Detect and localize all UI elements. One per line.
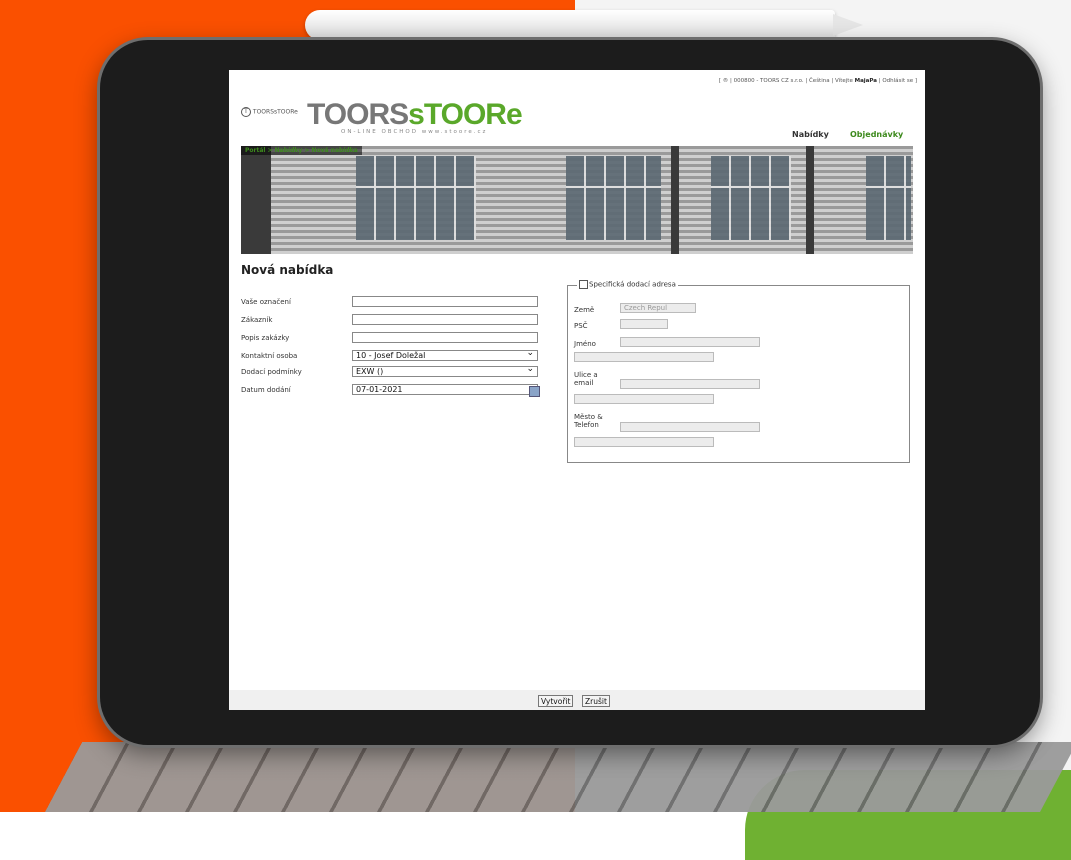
banner-dark-segment [241, 146, 271, 254]
phone-input[interactable] [574, 437, 714, 447]
label-name: Jméno [574, 340, 596, 348]
email-input[interactable] [574, 394, 714, 404]
logo-mark-icon: T [241, 107, 251, 117]
topbar: [ ® | 000800 - TOORS CZ s.r.o. | Čeština… [719, 78, 917, 84]
logo-big: TOORSsTOORe [307, 98, 523, 132]
description-input[interactable] [352, 332, 538, 343]
banner-window [711, 156, 791, 240]
label-zip: PSČ [574, 322, 588, 330]
logo-big-part2: sTOORe [408, 98, 522, 131]
street-input[interactable] [620, 379, 760, 389]
label-description: Popis zakázky [241, 334, 290, 342]
banner-dark-segment [806, 146, 814, 254]
keyboard-keys [45, 742, 1071, 812]
stylus-pencil-tip [833, 14, 863, 36]
cancel-button[interactable]: Zrušit [582, 695, 610, 707]
logout-link[interactable]: | Odhlásit se ] [879, 78, 917, 84]
nav-offers[interactable]: Nabídky [792, 130, 829, 139]
country-select[interactable]: Czech Repul [620, 303, 696, 313]
label-street-email: Ulice a email [574, 371, 598, 387]
logo-big-part1: TOORS [307, 98, 409, 131]
banner-window [866, 156, 911, 240]
name-input[interactable] [620, 337, 760, 347]
calendar-icon[interactable] [529, 386, 540, 397]
topbar-prefix: [ ® | 000800 - TOORS CZ s.r.o. | Čeština… [718, 78, 855, 84]
label-terms: Dodací podmínky [241, 368, 302, 376]
delivery-address-legend-text: Specifická dodací adresa [589, 280, 676, 289]
banner-window [356, 156, 476, 240]
stylus-pencil [305, 10, 835, 40]
button-bar [229, 690, 925, 710]
label-customer: Zákazník [241, 316, 273, 324]
logo-tagline: ON-LINE OBCHOD www.stoore.cz [341, 129, 488, 135]
date-input[interactable]: 07-01-2021 [352, 384, 538, 395]
create-button[interactable]: Vytvořit [538, 695, 574, 707]
tablet-screen: [ ® | 000800 - TOORS CZ s.r.o. | Čeština… [229, 70, 925, 710]
banner-window [566, 156, 661, 240]
label-country: Země [574, 306, 595, 314]
header-banner-image [241, 146, 913, 254]
topbar-user: MajaPa [854, 78, 877, 84]
label-city-phone: Město & Telefon [574, 413, 603, 429]
label-designation: Vaše označení [241, 298, 291, 306]
banner-dark-segment [671, 146, 679, 254]
zip-input[interactable] [620, 319, 668, 329]
nav-orders[interactable]: Objednávky [850, 130, 903, 139]
designation-input[interactable] [352, 296, 538, 307]
delivery-address-checkbox[interactable] [579, 280, 588, 289]
logo-small-text: TOORSsTOORe [252, 108, 298, 116]
contact-select[interactable]: 10 - Josef Doležal [352, 349, 538, 361]
terms-select[interactable]: EXW () [352, 365, 538, 377]
breadcrumb[interactable]: Portál > Nabídky > Nová nabídka [241, 146, 362, 155]
label-contact: Kontaktní osoba [241, 352, 298, 360]
label-date: Datum dodání [241, 386, 291, 394]
page-title: Nová nabídka [241, 263, 334, 277]
delivery-address-legend: Specifická dodací adresa [577, 280, 678, 289]
city-input[interactable] [620, 422, 760, 432]
customer-input[interactable] [352, 314, 538, 325]
name-input-2[interactable] [574, 352, 714, 362]
logo-small: T TOORSsTOORe [241, 107, 298, 117]
